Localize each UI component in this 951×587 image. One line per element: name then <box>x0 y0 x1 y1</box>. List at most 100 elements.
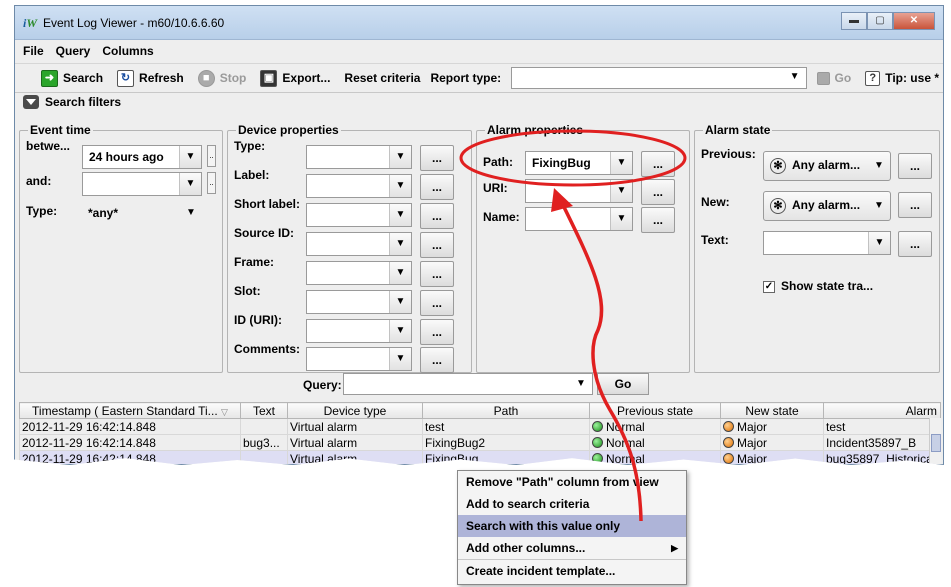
short-label-select[interactable]: ▼ <box>306 203 412 227</box>
refresh-button[interactable]: ↻ Refresh <box>113 66 188 90</box>
minimize-icon[interactable]: ▬ <box>841 12 867 30</box>
between-picker-button[interactable]: .. <box>207 145 216 167</box>
show-state-transitions-checkbox[interactable]: ✓ Show state tra... <box>763 279 873 293</box>
cell-text[interactable] <box>240 418 288 435</box>
cell-device-type[interactable]: Virtual alarm <box>287 434 423 451</box>
uri-browse-button[interactable]: ... <box>641 179 675 205</box>
chevron-down-icon: ▼ <box>389 233 411 255</box>
context-menu-item[interactable]: Add other columns... <box>458 537 686 559</box>
path-select[interactable]: FixingBug ▼ <box>525 151 633 175</box>
previous-state-browse-button[interactable]: ... <box>898 153 932 179</box>
slot-select[interactable]: ▼ <box>306 290 412 314</box>
go-button[interactable]: Go <box>813 66 856 90</box>
column-header-new-state[interactable]: New state <box>720 402 824 419</box>
comments-select[interactable]: ▼ <box>306 347 412 371</box>
state-text-browse-button[interactable]: ... <box>898 231 932 257</box>
cell-alarm[interactable]: bug35897_Historical_ <box>823 450 941 464</box>
between-select[interactable]: 24 hours ago ▼ <box>82 145 202 169</box>
chevron-down-icon: ▼ <box>610 180 632 202</box>
state-text-select[interactable]: ▼ <box>763 231 891 255</box>
report-type-select[interactable] <box>511 67 807 89</box>
frame-select[interactable]: ▼ <box>306 261 412 285</box>
refresh-icon: ↻ <box>117 69 135 87</box>
cell-previous-state[interactable]: Normal <box>589 450 721 464</box>
slot-browse-button[interactable]: ... <box>420 290 454 316</box>
cell-timestamp[interactable]: 2012-11-29 16:42:14.848 <box>19 450 241 464</box>
short-label-browse-button[interactable]: ... <box>420 203 454 229</box>
new-state-select[interactable]: ✻ Any alarm... ▼ <box>763 191 891 221</box>
name-select[interactable]: ▼ <box>525 207 633 231</box>
menu-bar: File Query Columns <box>15 40 943 62</box>
column-header-timestamp[interactable]: Timestamp ( Eastern Standard Ti... ▽ <box>19 402 241 419</box>
table-row[interactable]: 2012-11-29 16:42:14.848 Virtual alarm Fixi… <box>19 450 941 464</box>
previous-state-select[interactable]: ✻ Any alarm... ▼ <box>763 151 891 181</box>
path-browse-button[interactable]: ... <box>641 151 675 177</box>
search-filters-toggle[interactable]: Search filters <box>23 95 121 109</box>
search-button[interactable]: ➜ Search <box>37 66 107 90</box>
cell-new-state[interactable]: Major <box>720 450 824 464</box>
device-type-select[interactable]: ▼ <box>306 145 412 169</box>
maximize-icon[interactable]: ▢ <box>867 12 893 30</box>
cell-device-type[interactable]: Virtual alarm <box>287 450 423 464</box>
cell-text[interactable]: bug3... <box>240 434 288 451</box>
and-picker-button[interactable]: .. <box>207 172 216 194</box>
cell-path[interactable]: test <box>422 418 590 435</box>
close-icon[interactable]: ✕ <box>893 12 935 30</box>
chevron-down-icon: ▼ <box>389 291 411 313</box>
menu-columns[interactable]: Columns <box>102 44 153 58</box>
reset-criteria-button[interactable]: Reset criteria <box>340 66 424 90</box>
cell-path[interactable]: FixingBug <box>422 450 590 464</box>
cell-text[interactable] <box>240 450 288 464</box>
context-menu-item[interactable]: Remove "Path" column from view <box>458 471 686 493</box>
cell-alarm[interactable]: Incident35897_B <box>823 434 941 451</box>
query-go-button[interactable]: Go <box>597 373 649 395</box>
type-select[interactable]: *any* ▼ <box>82 202 202 226</box>
chevron-down-icon: ▼ <box>868 232 890 254</box>
cell-timestamp[interactable]: 2012-11-29 16:42:14.848 <box>19 434 241 451</box>
id-uri-browse-button[interactable]: ... <box>420 319 454 345</box>
column-header-previous-state[interactable]: Previous state <box>589 402 721 419</box>
new-label: New: <box>701 195 730 209</box>
device-type-browse-button[interactable]: ... <box>420 145 454 171</box>
table-scrollbar[interactable] <box>929 418 941 464</box>
uri-select[interactable]: ▼ <box>525 179 633 203</box>
context-menu-item[interactable]: Search with this value only <box>458 515 686 537</box>
and-select[interactable]: ▼ <box>82 172 202 196</box>
cell-new-state[interactable]: Major <box>720 434 824 451</box>
menu-file[interactable]: File <box>23 44 44 58</box>
table-row[interactable]: 2012-11-29 16:42:14.848 Virtual alarm test… <box>19 418 941 435</box>
table-row[interactable]: 2012-11-29 16:42:14.848 bug3... Virtual al… <box>19 434 941 451</box>
source-id-select[interactable]: ▼ <box>306 232 412 256</box>
scrollbar-thumb[interactable] <box>931 434 941 452</box>
query-select[interactable]: ▼ <box>343 373 593 395</box>
cell-previous-state[interactable]: Normal <box>589 418 721 435</box>
source-id-browse-button[interactable]: ... <box>420 232 454 258</box>
go-icon <box>816 71 830 85</box>
cell-path[interactable]: FixingBug2 <box>422 434 590 451</box>
comments-browse-button[interactable]: ... <box>420 347 454 373</box>
path-label: Path: <box>483 155 513 169</box>
cell-alarm[interactable]: test <box>823 418 941 435</box>
cell-timestamp[interactable]: 2012-11-29 16:42:14.848 <box>19 418 241 435</box>
column-header-text[interactable]: Text <box>240 402 288 419</box>
cell-previous-state[interactable]: Normal <box>589 434 721 451</box>
cell-device-type[interactable]: Virtual alarm <box>287 418 423 435</box>
menu-query[interactable]: Query <box>56 44 91 58</box>
cell-new-state[interactable]: Major <box>720 418 824 435</box>
context-menu-item[interactable]: Add to search criteria <box>458 493 686 515</box>
previous-label: Previous: <box>701 147 756 161</box>
id-uri-select[interactable]: ▼ <box>306 319 412 343</box>
column-header-alarm[interactable]: Alarm <box>823 402 941 419</box>
frame-browse-button[interactable]: ... <box>420 261 454 287</box>
column-header-path[interactable]: Path <box>422 402 590 419</box>
new-state-browse-button[interactable]: ... <box>898 192 932 218</box>
label-browse-button[interactable]: ... <box>420 174 454 200</box>
name-browse-button[interactable]: ... <box>641 207 675 233</box>
title-bar[interactable]: iW Event Log Viewer - m60/10.6.6.60 ▬ ▢ … <box>15 6 943 40</box>
export-button[interactable]: ▣ Export... <box>256 66 334 90</box>
label-select[interactable]: ▼ <box>306 174 412 198</box>
column-header-device-type[interactable]: Device type <box>287 402 423 419</box>
stop-button[interactable]: ■ Stop <box>194 66 251 90</box>
sort-icon: ▽ <box>221 406 228 417</box>
context-menu-item[interactable]: Create incident template... <box>458 560 686 582</box>
